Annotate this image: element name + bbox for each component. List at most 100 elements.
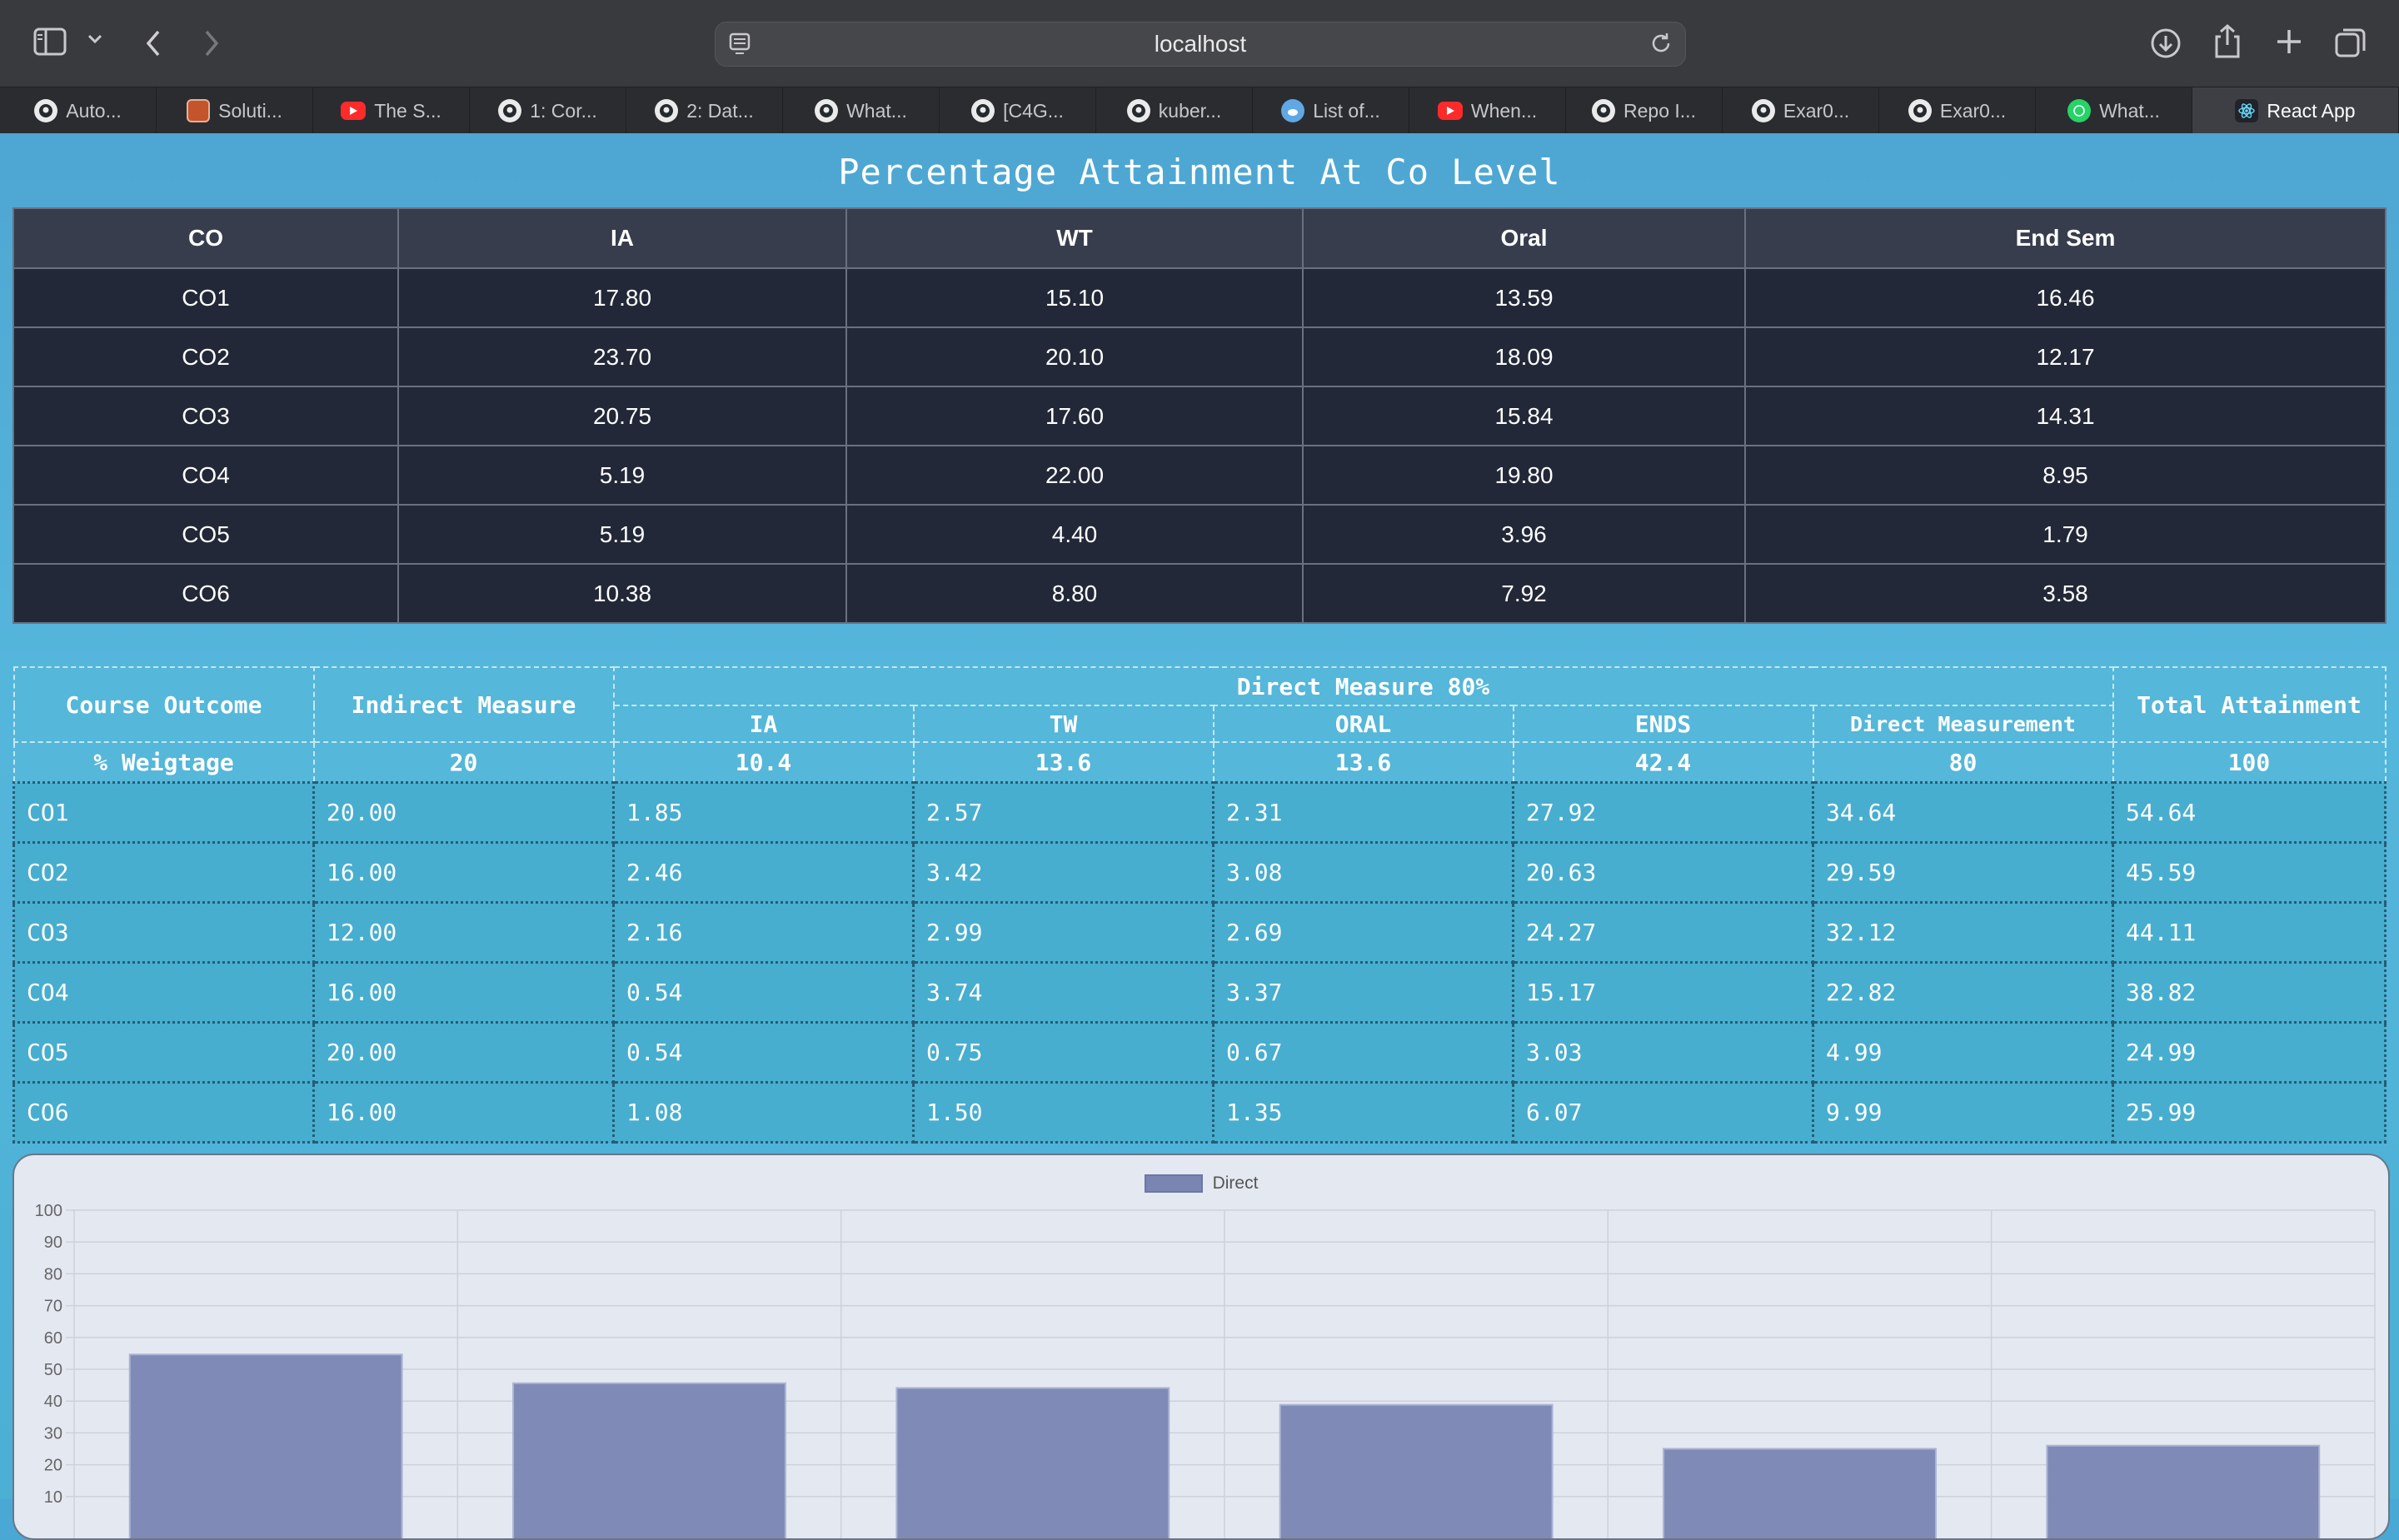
- table-cell: 8.95: [1744, 445, 2387, 506]
- tab-label: List of...: [1313, 99, 1380, 122]
- y-tick-label: 50: [44, 1361, 62, 1379]
- tab-overview-icon[interactable]: [2334, 27, 2367, 64]
- tab-label: What...: [2099, 99, 2160, 122]
- new-tab-icon[interactable]: [2274, 27, 2304, 61]
- browser-tab[interactable]: Auto...: [0, 87, 157, 134]
- table-cell: 0.54: [612, 1021, 915, 1084]
- table-cell: 20.00: [312, 1021, 615, 1084]
- bar-co1[interactable]: [128, 1353, 403, 1538]
- table-cell: 1.85: [612, 781, 915, 844]
- table-cell: 3.08: [1212, 841, 1514, 904]
- browser-tab[interactable]: When...: [1409, 87, 1566, 134]
- weightage-value: 20: [312, 741, 615, 784]
- weightage-value: 10.4: [612, 741, 915, 784]
- table-cell: 17.60: [845, 386, 1304, 446]
- table-cell: 0.54: [612, 961, 915, 1024]
- tab-label: kuber...: [1158, 99, 1222, 122]
- table-row: CO4 16.00 0.54 3.74 3.37 15.17 22.82 38.82: [12, 961, 2387, 1024]
- browser-tab[interactable]: Repo I...: [1566, 87, 1723, 134]
- y-tick-label: 70: [44, 1298, 62, 1316]
- back-icon[interactable]: [143, 28, 163, 62]
- table-cell: 3.96: [1302, 504, 1746, 565]
- browser-tab[interactable]: 1: Cor...: [470, 87, 626, 134]
- table-cell: 0.67: [1212, 1021, 1514, 1084]
- browser-tab[interactable]: What...: [2036, 87, 2192, 134]
- github-icon: [1592, 99, 1616, 122]
- bar-co6[interactable]: [2046, 1444, 2321, 1538]
- browser-tab[interactable]: Exar0...: [1723, 87, 1879, 134]
- table-cell: 16.46: [1744, 267, 2387, 328]
- solution-icon: [187, 99, 211, 122]
- total-attainment-table: Course Outcome Indirect Measure Direct M…: [12, 666, 2387, 1144]
- table-row: CO1 17.80 15.10 13.59 16.46: [12, 267, 2387, 328]
- sidebar-toggle-icon[interactable]: [33, 27, 67, 61]
- y-tick-label: 100: [35, 1202, 62, 1220]
- reload-icon[interactable]: [1648, 31, 1673, 62]
- table-cell: 1.50: [912, 1081, 1214, 1144]
- browser-tab[interactable]: 2: Dat...: [626, 87, 783, 134]
- page-menu-icon[interactable]: [729, 32, 751, 62]
- downloads-icon[interactable]: [2149, 27, 2182, 64]
- tab-label: Auto...: [66, 99, 122, 122]
- table-cell: 2.69: [1212, 901, 1514, 964]
- bar-co5[interactable]: [1663, 1448, 1937, 1538]
- table-cell: 25.99: [2112, 1081, 2387, 1144]
- table-cell: 5.19: [397, 504, 847, 565]
- weightage-value: 13.6: [1212, 741, 1514, 784]
- github-icon: [498, 99, 522, 122]
- table-cell: CO6: [12, 1081, 315, 1144]
- table-row: CO5 20.00 0.54 0.75 0.67 3.03 4.99 24.99: [12, 1021, 2387, 1084]
- bar-co2[interactable]: [512, 1382, 786, 1538]
- react-icon: [2235, 99, 2259, 122]
- tab-label: The S...: [374, 99, 441, 122]
- weightage-value: 13.6: [912, 741, 1214, 784]
- browser-tab[interactable]: List of...: [1253, 87, 1409, 134]
- browser-tab[interactable]: React App: [2192, 87, 2399, 134]
- table-row: CO1 20.00 1.85 2.57 2.31 27.92 34.64 54.64: [12, 781, 2387, 844]
- browser-tab[interactable]: The S...: [313, 87, 470, 134]
- table-cell: 16.00: [312, 841, 615, 904]
- table-cell: 45.59: [2112, 841, 2387, 904]
- table-cell: CO1: [12, 267, 399, 328]
- share-icon[interactable]: [2212, 23, 2242, 64]
- direct-measurement-subheader: Direct Measurement: [1812, 705, 2114, 743]
- table-cell: CO1: [12, 781, 315, 844]
- table-cell: 14.31: [1744, 386, 2387, 446]
- browser-tab[interactable]: kuber...: [1096, 87, 1253, 134]
- y-tick-label: 40: [44, 1393, 62, 1411]
- tab-label: Exar0...: [1783, 99, 1850, 122]
- table-cell: CO5: [12, 504, 399, 565]
- browser-tab[interactable]: Exar0...: [1879, 87, 2036, 134]
- table-cell: 3.58: [1744, 563, 2387, 624]
- chevron-down-icon[interactable]: [87, 33, 103, 49]
- table-cell: 12.00: [312, 901, 615, 964]
- ia-subheader: IA: [612, 705, 915, 743]
- percentage-attainment-table: CO IA WT Oral End Sem CO1 17.80 15.10 13.59…: [12, 207, 2387, 624]
- table-cell: 20.00: [312, 781, 615, 844]
- table-cell: 32.12: [1812, 901, 2114, 964]
- table-cell: 13.59: [1302, 267, 1746, 328]
- browser-tab[interactable]: [C4G...: [940, 87, 1096, 134]
- tab-label: Soluti...: [218, 99, 282, 122]
- column-header: Oral: [1302, 207, 1746, 269]
- y-tick-label: 60: [44, 1329, 62, 1348]
- table-cell: 20.75: [397, 386, 847, 446]
- forward-icon[interactable]: [202, 28, 222, 62]
- github-icon: [1126, 99, 1150, 122]
- reddit-icon: [1281, 99, 1305, 122]
- table-cell: 16.00: [312, 1081, 615, 1144]
- address-bar[interactable]: localhost: [715, 22, 1686, 67]
- table-cell: 4.40: [845, 504, 1304, 565]
- table-cell: 7.92: [1302, 563, 1746, 624]
- youtube-icon: [1437, 102, 1463, 120]
- y-tick-label: 90: [44, 1233, 62, 1252]
- bar-co4[interactable]: [1279, 1403, 1554, 1538]
- table-cell: 18.09: [1302, 326, 1746, 387]
- table-row: CO3 12.00 2.16 2.99 2.69 24.27 32.12 44.11: [12, 901, 2387, 964]
- browser-tab[interactable]: What...: [783, 87, 940, 134]
- bar-co3[interactable]: [895, 1387, 1170, 1538]
- browser-tab[interactable]: Soluti...: [157, 87, 313, 134]
- weightage-value: 80: [1812, 741, 2114, 784]
- url-text[interactable]: localhost: [1155, 31, 1247, 57]
- page-content: Percentage Attainment At Co Level CO IA …: [0, 133, 2399, 1540]
